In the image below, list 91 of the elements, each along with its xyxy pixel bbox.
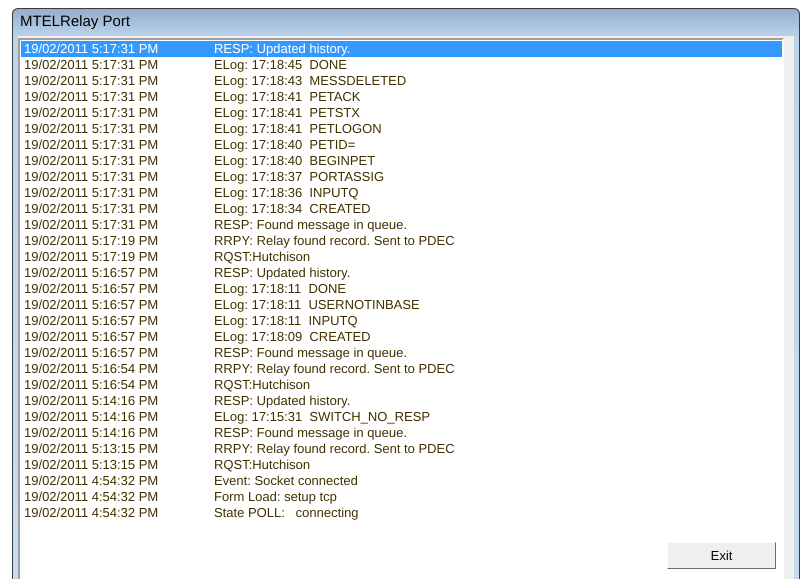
log-row[interactable]: 19/02/2011 5:16:57 PM ELog: 17:18:09 CREATED — [21, 329, 782, 345]
message-text: ELog: 17:18:11 USERNOTINBASE — [214, 298, 420, 312]
timestamp-text: 19/02/2011 5:17:19 PM — [24, 250, 160, 264]
timestamp-text: 19/02/2011 5:17:31 PM — [24, 58, 160, 72]
timestamp-text: 19/02/2011 5:17:31 PM — [24, 106, 160, 120]
message-text: RRPY: Relay found record. Sent to PDEC — [214, 234, 455, 248]
log-row[interactable]: 19/02/2011 5:16:57 PM ELog: 17:18:11 INPUTQ — [21, 313, 782, 329]
log-row[interactable]: 19/02/2011 5:17:19 PM RQST:Hutchison — [21, 249, 782, 265]
message-text: ELog: 17:18:41 PETLOGON — [214, 122, 382, 136]
log-row[interactable]: 19/02/2011 5:14:16 PM RESP: Found message in queue. — [21, 425, 782, 441]
timestamp-text: 19/02/2011 5:16:57 PM — [24, 298, 160, 312]
log-row[interactable]: 19/02/2011 5:16:54 PM RRPY: Relay found record. Sent to PDEC — [21, 361, 782, 377]
timestamp-text: 19/02/2011 5:16:54 PM — [24, 378, 160, 392]
timestamp-text: 19/02/2011 5:17:31 PM — [24, 138, 160, 152]
message-text: RRPY: Relay found record. Sent to PDEC — [214, 362, 455, 376]
message-text: ELog: 17:18:41 PETSTX — [214, 106, 360, 120]
timestamp-text: 19/02/2011 5:17:31 PM — [24, 90, 160, 104]
timestamp-text: 19/02/2011 5:17:31 PM — [24, 218, 160, 232]
timestamp-text: 19/02/2011 5:14:16 PM — [24, 410, 160, 424]
log-row[interactable]: 19/02/2011 5:16:57 PM RESP: Updated history. — [21, 265, 782, 281]
log-row[interactable]: 19/02/2011 5:17:31 PM ELog: 17:18:34 CREATED — [21, 201, 782, 217]
timestamp-text: 19/02/2011 5:17:31 PM — [24, 186, 160, 200]
message-text: ELog: 17:18:09 CREATED — [214, 330, 371, 344]
message-text: ELog: 17:18:41 PETACK — [214, 90, 360, 104]
message-text: ELog: 17:18:43 MESSDELETED — [214, 74, 406, 88]
log-row[interactable]: 19/02/2011 5:17:31 PM ELog: 17:18:43 MESSDELETED — [21, 73, 782, 89]
log-row[interactable]: 19/02/2011 5:16:57 PM ELog: 17:18:11 USERNOTINBASE — [21, 297, 782, 313]
timestamp-text: 19/02/2011 4:54:32 PM — [24, 490, 160, 504]
message-text: ELog: 17:18:36 INPUTQ — [214, 186, 359, 200]
exit-button[interactable]: Exit — [667, 542, 776, 569]
log-row[interactable]: 19/02/2011 5:17:31 PM RESP: Found message in queue. — [21, 217, 782, 233]
log-row[interactable]: 19/02/2011 5:17:31 PM ELog: 17:18:41 PETLOGON — [21, 121, 782, 137]
timestamp-text: 19/02/2011 5:17:19 PM — [24, 234, 160, 248]
log-row[interactable]: 19/02/2011 5:14:16 PM ELog: 17:15:31 SWITCH_NO_RESP — [21, 409, 782, 425]
message-text: RQST:Hutchison — [214, 458, 310, 472]
message-text: State POLL: connecting — [214, 506, 359, 520]
log-row[interactable]: 19/02/2011 5:17:31 PM ELog: 17:18:45 DONE — [21, 57, 782, 73]
log-row[interactable]: 19/02/2011 4:54:32 PM Form Load: setup tcp — [21, 489, 782, 505]
log-row[interactable]: 19/02/2011 5:17:31 PM ELog: 17:18:40 BEGINPET — [21, 153, 782, 169]
timestamp-text: 19/02/2011 5:13:15 PM — [24, 442, 160, 456]
message-text: RRPY: Relay found record. Sent to PDEC — [214, 442, 455, 456]
timestamp-text: 19/02/2011 5:17:31 PM — [24, 74, 160, 88]
message-text: ELog: 17:18:11 DONE — [214, 282, 346, 296]
log-row[interactable]: 19/02/2011 5:13:15 PM RQST:Hutchison — [21, 457, 782, 473]
log-row[interactable]: 19/02/2011 5:17:31 PM ELog: 17:18:40 PETID= — [21, 137, 782, 153]
timestamp-text: 19/02/2011 5:16:54 PM — [24, 362, 160, 376]
log-row[interactable]: 19/02/2011 5:17:31 PM ELog: 17:18:37 PORTASSIG — [21, 169, 782, 185]
log-row[interactable]: 19/02/2011 5:13:15 PM RRPY: Relay found record. Sent to PDEC — [21, 441, 782, 457]
message-text: ELog: 17:15:31 SWITCH_NO_RESP — [214, 410, 430, 424]
message-text: RESP: Found message in queue. — [214, 218, 407, 232]
message-text: Event: Socket connected — [214, 474, 358, 488]
timestamp-text: 19/02/2011 5:17:31 PM — [24, 122, 160, 136]
message-text: RESP: Updated history. — [214, 394, 350, 408]
message-text: ELog: 17:18:11 INPUTQ — [214, 314, 358, 328]
message-text: ELog: 17:18:34 CREATED — [214, 202, 371, 216]
timestamp-text: 19/02/2011 5:16:57 PM — [24, 282, 160, 296]
message-text: RQST:Hutchison — [214, 378, 310, 392]
timestamp-text: 19/02/2011 4:54:32 PM — [24, 474, 160, 488]
log-row[interactable]: 19/02/2011 5:14:16 PM RESP: Updated history. — [21, 393, 782, 409]
log-row[interactable]: 19/02/2011 4:54:32 PM Event: Socket connected — [21, 473, 782, 489]
message-text: RESP: Found message in queue. — [214, 346, 407, 360]
timestamp-text: 19/02/2011 5:16:57 PM — [24, 346, 160, 360]
timestamp-text: 19/02/2011 5:16:57 PM — [24, 330, 160, 344]
timestamp-text: 19/02/2011 5:16:57 PM — [24, 266, 160, 280]
log-row[interactable]: 19/02/2011 5:17:19 PM RRPY: Relay found record. Sent to PDEC — [21, 233, 782, 249]
message-text: ELog: 17:18:37 PORTASSIG — [214, 170, 384, 184]
log-row[interactable]: 19/02/2011 5:17:31 PM ELog: 17:18:41 PETACK — [21, 89, 782, 105]
message-text: RQST:Hutchison — [214, 250, 310, 264]
log-row[interactable]: 19/02/2011 5:17:31 PM ELog: 17:18:41 PETSTX — [21, 105, 782, 121]
message-text: ELog: 17:18:40 PETID= — [214, 138, 356, 152]
log-row[interactable]: 19/02/2011 4:54:32 PM State POLL: connecting — [21, 505, 782, 521]
log-row[interactable]: 19/02/2011 5:17:31 PM ELog: 17:18:36 INPUTQ — [21, 185, 782, 201]
timestamp-text: 19/02/2011 4:54:32 PM — [24, 506, 160, 520]
timestamp-text: 19/02/2011 5:14:16 PM — [24, 394, 160, 408]
timestamp-text: 19/02/2011 5:17:31 PM — [24, 154, 160, 168]
timestamp-text: 19/02/2011 5:17:31 PM — [24, 42, 160, 56]
message-text: Form Load: setup tcp — [214, 490, 337, 504]
timestamp-text: 19/02/2011 5:13:15 PM — [24, 458, 160, 472]
message-text: ELog: 17:18:40 BEGINPET — [214, 154, 376, 168]
window-title: MTELRelay Port — [20, 12, 130, 32]
log-row[interactable]: 19/02/2011 5:16:57 PM ELog: 17:18:11 DONE — [21, 281, 782, 297]
message-text: RESP: Found message in queue. — [214, 426, 407, 440]
timestamp-text: 19/02/2011 5:16:57 PM — [24, 314, 160, 328]
timestamp-text: 19/02/2011 5:17:31 PM — [24, 202, 160, 216]
log-row[interactable]: 19/02/2011 5:16:57 PM RESP: Found message in queue. — [21, 345, 782, 361]
message-text: ELog: 17:18:45 DONE — [214, 58, 347, 72]
timestamp-text: 19/02/2011 5:14:16 PM — [24, 426, 160, 440]
log-row[interactable]: 19/02/2011 5:16:54 PM RQST:Hutchison — [21, 377, 782, 393]
timestamp-text: 19/02/2011 5:17:31 PM — [24, 170, 160, 184]
message-text: RESP: Updated history. — [214, 42, 350, 56]
message-text: RESP: Updated history. — [214, 266, 350, 280]
